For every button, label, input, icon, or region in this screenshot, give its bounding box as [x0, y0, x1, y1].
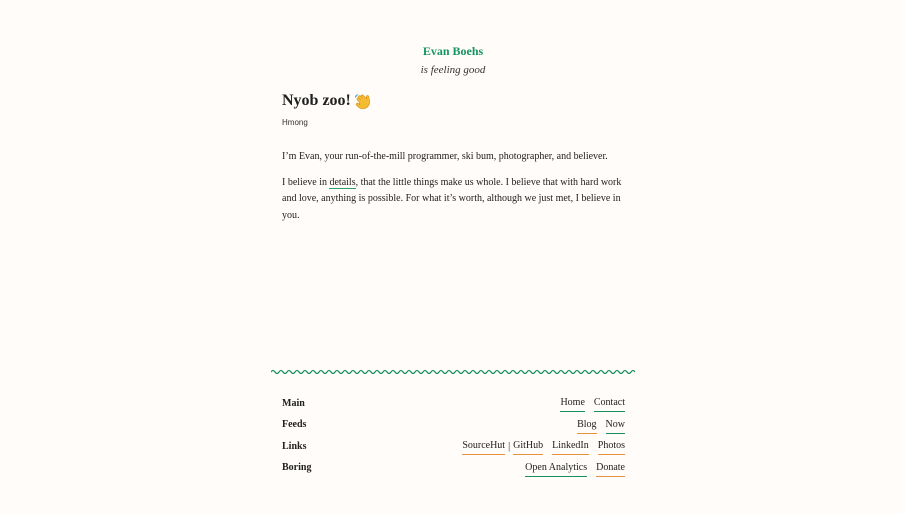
greeting-heading: Nyob zoo!: [282, 92, 351, 109]
footer-heading-links: Links: [282, 440, 307, 452]
code-host-links: SourceHut | GitHub: [462, 438, 544, 456]
details-link[interactable]: details: [329, 176, 356, 189]
personal-homepage: Evan Boehs is feeling good Nyob zoo! Hmo…: [0, 0, 906, 514]
footer-heading-feeds: Feeds: [282, 419, 307, 431]
footer-heading-main: Main: [282, 397, 305, 409]
wavy-divider: [271, 364, 635, 374]
feed-links: Blog Now: [577, 417, 625, 434]
link-separator: |: [508, 440, 511, 452]
contact-link[interactable]: Contact: [593, 395, 625, 413]
blog-feed-link[interactable]: Blog: [577, 417, 597, 434]
footer-heading-boring: Boring: [282, 462, 312, 474]
now-feed-link[interactable]: Now: [605, 417, 625, 434]
footer-row-links: Links SourceHut | GitHub LinkedIn Photos: [282, 436, 625, 458]
footer-row-boring: Boring Open Analytics Donate: [282, 458, 625, 480]
footer-row-feeds: Feeds Blog Now: [282, 415, 625, 437]
github-link[interactable]: GitHub: [513, 438, 544, 456]
external-links: SourceHut | GitHub LinkedIn Photos: [462, 438, 625, 456]
linkedin-link[interactable]: LinkedIn: [552, 438, 589, 456]
beliefs-paragraph: I believe in details, that the little th…: [282, 175, 622, 225]
greeting-row: Nyob zoo!: [282, 89, 628, 113]
main-content: Nyob zoo! Hmong I’m Evan, your run-of-th…: [282, 89, 628, 224]
photos-link[interactable]: Photos: [597, 438, 625, 456]
site-title-link[interactable]: Evan Boehs: [423, 43, 483, 59]
mood-status: is feeling good: [420, 64, 486, 76]
footer-row-main: Main Home Contact: [282, 393, 625, 415]
waving-hand-icon: [354, 93, 371, 110]
donate-link[interactable]: Donate: [596, 460, 625, 477]
sourcehut-link[interactable]: SourceHut: [462, 438, 506, 456]
greeting-language: Hmong: [282, 118, 308, 127]
introduction-paragraph: I’m Evan, your run-of-the-mill programme…: [282, 151, 608, 162]
boring-links: Open Analytics Donate: [525, 460, 625, 477]
home-link[interactable]: Home: [560, 395, 585, 413]
open-analytics-link[interactable]: Open Analytics: [525, 460, 588, 477]
main-links: Home Contact: [560, 395, 625, 413]
site-footer: Main Home Contact Feeds Blog Now Links S…: [282, 393, 625, 479]
beliefs-text-start: I believe in: [282, 176, 330, 188]
site-header: Evan Boehs is feeling good: [0, 42, 906, 78]
